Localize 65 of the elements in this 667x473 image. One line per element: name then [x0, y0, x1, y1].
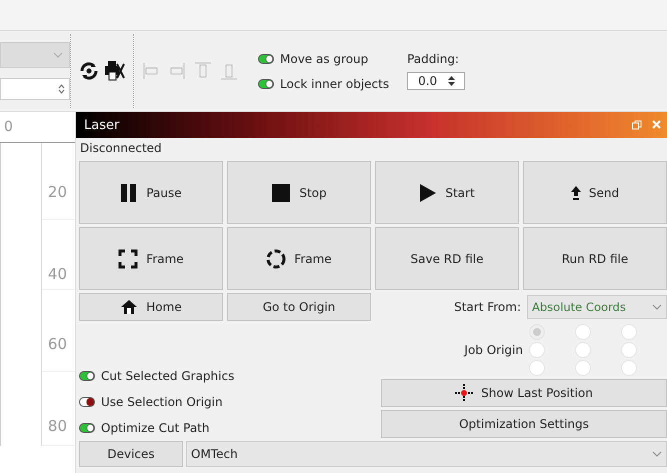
radio-button[interactable] [575, 360, 591, 376]
radio-button[interactable] [621, 360, 637, 376]
radio-button[interactable] [529, 324, 545, 340]
toggle-switch[interactable] [258, 78, 274, 88]
go-to-origin-button[interactable]: Go to Origin [227, 293, 371, 321]
spinner-arrows-icon [58, 83, 65, 95]
laser-button[interactable]: Frame [227, 227, 371, 290]
option-label: Optimize Cut Path [101, 421, 210, 435]
radio-button[interactable] [529, 360, 545, 376]
restore-icon[interactable] [632, 120, 642, 130]
radio-button[interactable] [529, 342, 545, 358]
chevron-icon [652, 304, 662, 310]
ruler-label: 40 [48, 265, 67, 283]
radio-button[interactable] [575, 342, 591, 358]
laser-button[interactable]: Pause [79, 161, 223, 224]
crosshair-icon [455, 384, 474, 402]
show-last-position-button[interactable]: Show Last Position [381, 379, 667, 407]
toggle-switch[interactable] [79, 371, 95, 381]
close-icon[interactable] [652, 120, 661, 129]
toggle-switch[interactable] [258, 54, 274, 64]
panel-title: Laser [84, 118, 120, 132]
radio-button[interactable] [621, 342, 637, 358]
laser-button[interactable]: Start [375, 161, 519, 224]
upload-arrow-icon [570, 186, 581, 200]
toggle-label: Lock inner objects [280, 76, 390, 90]
option-label: Cut Selected Graphics [101, 369, 234, 383]
stop-icon [271, 182, 292, 202]
laser-button[interactable]: Send [523, 161, 667, 224]
padding-spin-box[interactable]: 0.0 [407, 72, 466, 90]
refresh-icon[interactable] [79, 61, 99, 81]
align-icon[interactable] [168, 61, 186, 81]
laser-button[interactable]: Stop [227, 161, 371, 224]
connection-status: Disconnected [80, 141, 162, 155]
toggle-label: Move as group [280, 52, 368, 66]
play-icon [419, 182, 438, 202]
ruler-label: 60 [48, 335, 67, 353]
home-button[interactable]: Home [79, 293, 223, 321]
printer-scissors-icon[interactable] [103, 60, 125, 82]
laser-button[interactable]: Run RD file [523, 227, 667, 290]
spin-box[interactable] [0, 78, 70, 100]
laser-button[interactable]: Frame [79, 227, 223, 290]
start-from-dropdown[interactable]: Absolute Coords [527, 295, 667, 319]
toggle-switch[interactable] [79, 397, 95, 407]
home-icon [120, 299, 138, 315]
pause-icon [120, 182, 138, 202]
padding-label: Padding: [407, 52, 460, 66]
chevron-icon [53, 52, 63, 58]
radio-button[interactable] [575, 324, 591, 340]
dropdown[interactable] [0, 42, 70, 68]
align-icon[interactable] [142, 61, 160, 81]
toggle-switch[interactable] [79, 423, 95, 433]
ruler-label: 80 [48, 417, 67, 435]
option-label: Use Selection Origin [101, 395, 223, 409]
optimization-settings-button[interactable]: Optimization Settings [381, 410, 667, 438]
dashed-circle-icon [266, 248, 286, 268]
device-dropdown[interactable]: OMTech [186, 441, 667, 467]
laser-button[interactable]: Save RD file [375, 227, 519, 290]
start-from-label: Start From: [454, 300, 521, 314]
devices-button[interactable]: Devices [79, 441, 183, 467]
spinner-arrows-icon [447, 74, 456, 88]
ruler-label: 20 [48, 183, 67, 201]
ruler-label: 0 [4, 119, 13, 135]
radio-button[interactable] [621, 324, 637, 340]
job-origin-label: Job Origin [464, 343, 523, 357]
chevron-icon [652, 451, 662, 457]
